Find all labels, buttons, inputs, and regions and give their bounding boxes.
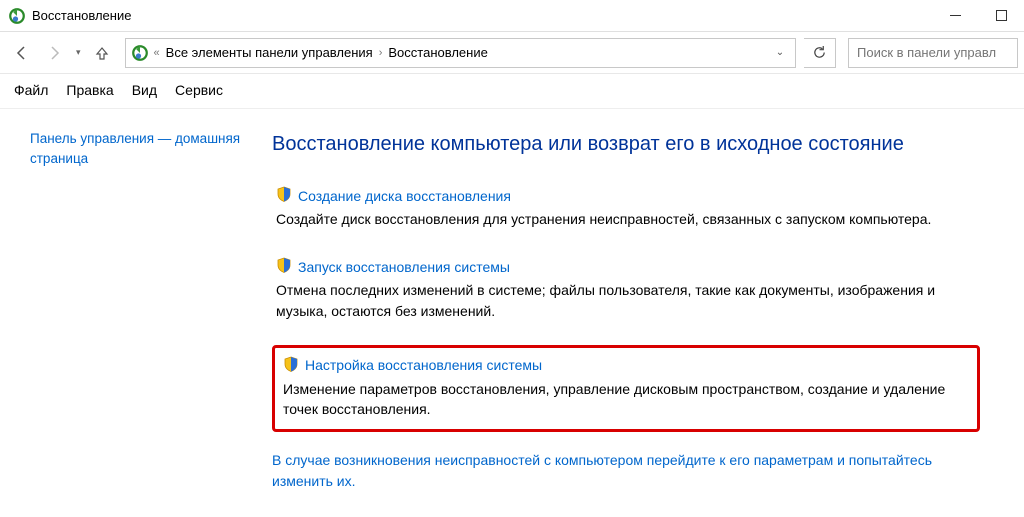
breadcrumb-item[interactable]: Восстановление: [388, 45, 487, 60]
create-recovery-disk-link[interactable]: Создание диска восстановления: [298, 188, 511, 204]
minimize-button[interactable]: [932, 0, 978, 32]
page-title: Восстановление компьютера или возврат ег…: [272, 133, 980, 156]
breadcrumb-item[interactable]: Все элементы панели управления: [166, 45, 373, 60]
start-system-restore-link[interactable]: Запуск восстановления системы: [298, 259, 510, 275]
window-controls: [932, 0, 1024, 32]
option-description: Изменение параметров восстановления, упр…: [283, 379, 969, 420]
menu-edit[interactable]: Правка: [66, 82, 113, 98]
search-input[interactable]: [848, 38, 1018, 68]
history-dropdown-icon[interactable]: ▾: [74, 47, 83, 58]
menubar: Файл Правка Вид Сервис: [0, 74, 1024, 109]
titlebar: Восстановление: [0, 0, 1024, 32]
breadcrumb-dropdown-icon[interactable]: ⌄: [769, 39, 791, 67]
address-bar: ▾ « Все элементы панели управления › Вос…: [0, 32, 1024, 74]
refresh-button[interactable]: [804, 38, 836, 68]
maximize-button[interactable]: [978, 0, 1024, 32]
content: Панель управления — домашняя страница Во…: [0, 109, 1024, 511]
breadcrumb-sep-icon: ›: [379, 47, 383, 59]
shield-icon: [283, 356, 299, 375]
troubleshoot-link[interactable]: В случае возникновения неисправностей с …: [272, 450, 980, 491]
option-description: Создайте диск восстановления для устране…: [276, 209, 976, 229]
menu-file[interactable]: Файл: [14, 82, 48, 98]
main-panel: Восстановление компьютера или возврат ег…: [260, 121, 1000, 511]
configure-system-restore-link[interactable]: Настройка восстановления системы: [305, 357, 542, 373]
recovery-icon: [8, 7, 26, 25]
up-button[interactable]: [87, 38, 117, 68]
back-button[interactable]: [6, 38, 36, 68]
option-description: Отмена последних изменений в системе; фа…: [276, 280, 976, 321]
window-title: Восстановление: [32, 8, 131, 23]
sidebar: Панель управления — домашняя страница: [0, 121, 260, 511]
recovery-icon: [130, 43, 150, 63]
menu-view[interactable]: Вид: [132, 82, 157, 98]
recovery-option-highlighted: Настройка восстановления системы Изменен…: [272, 345, 980, 433]
breadcrumb[interactable]: « Все элементы панели управления › Восст…: [125, 38, 796, 68]
recovery-option: Запуск восстановления системы Отмена пос…: [272, 253, 980, 325]
shield-icon: [276, 257, 292, 276]
shield-icon: [276, 186, 292, 205]
sidebar-home-link[interactable]: Панель управления — домашняя страница: [30, 129, 248, 168]
breadcrumb-sep-icon: «: [154, 47, 160, 59]
recovery-option: Создание диска восстановления Создайте д…: [272, 182, 980, 233]
forward-button[interactable]: [40, 38, 70, 68]
menu-tools[interactable]: Сервис: [175, 82, 223, 98]
